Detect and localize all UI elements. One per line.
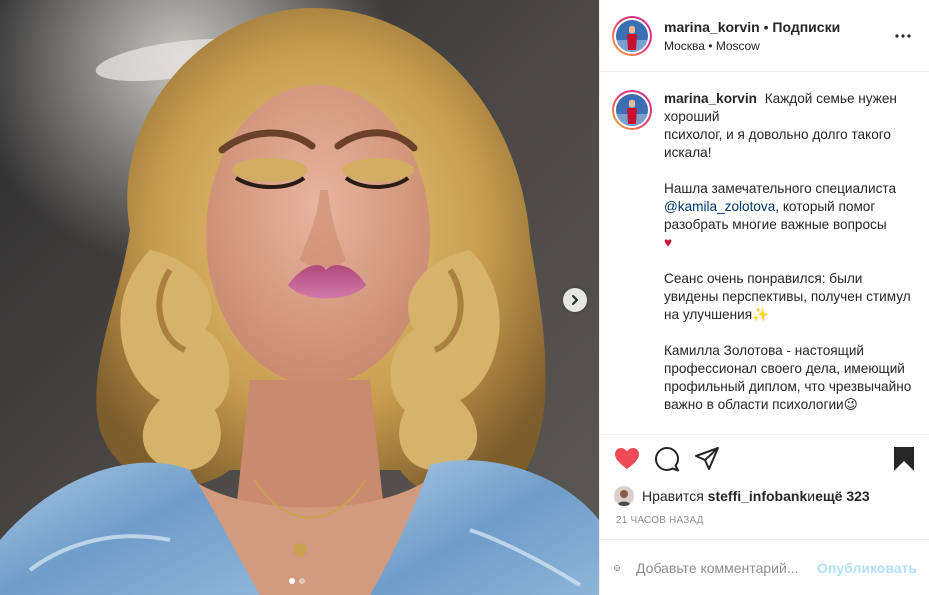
caption-area: marina_korvin Каждой семье нужен хороший… [600, 72, 929, 435]
heart-filled-icon [615, 448, 639, 469]
caption-author-avatar[interactable] [612, 90, 652, 130]
comment-icon [655, 447, 679, 472]
caption-paragraph-3: Сеанс очень понравился: были увидены пер… [664, 270, 912, 324]
carousel-dot [299, 578, 305, 584]
more-options-button[interactable] [891, 24, 915, 48]
publish-button[interactable]: Опубликовать [817, 560, 917, 576]
post-caption: marina_korvin Каждой семье нужен хороший… [664, 90, 912, 434]
post-side-panel: marina_korvin • Подписки Москва • Moscow [599, 0, 929, 595]
comment-input[interactable] [636, 559, 818, 576]
post-timestamp[interactable]: 21 часов назад [600, 509, 929, 539]
action-bar [600, 435, 929, 483]
post-photo[interactable] [0, 0, 599, 595]
location-link[interactable]: Москва • Moscow [664, 38, 891, 54]
more-horizontal-icon [895, 33, 911, 38]
chevron-right-icon [572, 295, 578, 305]
author-username[interactable]: marina_korvin [664, 19, 760, 35]
caption-paragraph-4: Камилла Золотова - настоящий профессиона… [664, 342, 912, 414]
next-slide-button[interactable] [563, 288, 587, 312]
liker-username[interactable]: steffi_infobank [708, 488, 808, 504]
heart-emoji: ♥ [664, 235, 673, 250]
avatar-image [616, 19, 648, 52]
header-title-line: marina_korvin • Подписки [664, 18, 891, 36]
instagram-post: marina_korvin • Подписки Москва • Moscow [0, 0, 929, 595]
likes-prefix: Нравится [642, 488, 704, 504]
avatar-frame [614, 92, 650, 128]
sparkles-emoji: ✨ [752, 307, 770, 322]
paper-plane-icon [695, 447, 719, 470]
caption-text: Сеанс очень понравился: были увидены пер… [664, 271, 911, 322]
caption-text: психолог, и я довольно долго такого иска… [664, 127, 891, 160]
wink-emoji: 😉 [843, 397, 858, 412]
author-avatar[interactable] [612, 15, 652, 56]
caption-text: Камилла Золотова - настоящий профессиона… [664, 343, 912, 412]
like-button[interactable] [614, 446, 640, 472]
post-header: marina_korvin • Подписки Москва • Moscow [600, 0, 929, 72]
header-text: marina_korvin • Подписки Москва • Moscow [664, 18, 891, 54]
emoji-icon[interactable] [614, 555, 620, 581]
header-separator: • [759, 18, 773, 35]
liker-avatar[interactable] [614, 486, 634, 506]
likes-count-link[interactable]: ещё 323 [815, 488, 870, 504]
comment-bar: Опубликовать [600, 539, 929, 595]
carousel-indicator [289, 578, 305, 584]
caption-text: Нашла замечательного специалиста [664, 181, 897, 196]
share-button[interactable] [694, 446, 720, 472]
avatar-frame [614, 17, 650, 54]
caption-paragraph-1: marina_korvin Каждой семье нужен хороший… [664, 90, 912, 162]
save-button[interactable] [891, 446, 917, 472]
likes-summary: Нравится steffi_infobank и ещё 323 [600, 483, 929, 509]
bookmark-filled-icon [894, 447, 914, 471]
avatar-image [616, 94, 648, 126]
portrait-photo [0, 0, 599, 595]
likes-joiner: и [807, 488, 816, 504]
caption-username[interactable]: marina_korvin [664, 91, 757, 106]
caption-paragraph-2: Нашла замечательного специалиста @kamila_… [664, 180, 912, 252]
follow-status-button[interactable]: Подписки [772, 19, 840, 35]
carousel-dot-active [289, 578, 295, 584]
mention-link[interactable]: @kamila_zolotova [664, 199, 775, 214]
comment-button[interactable] [654, 446, 680, 472]
